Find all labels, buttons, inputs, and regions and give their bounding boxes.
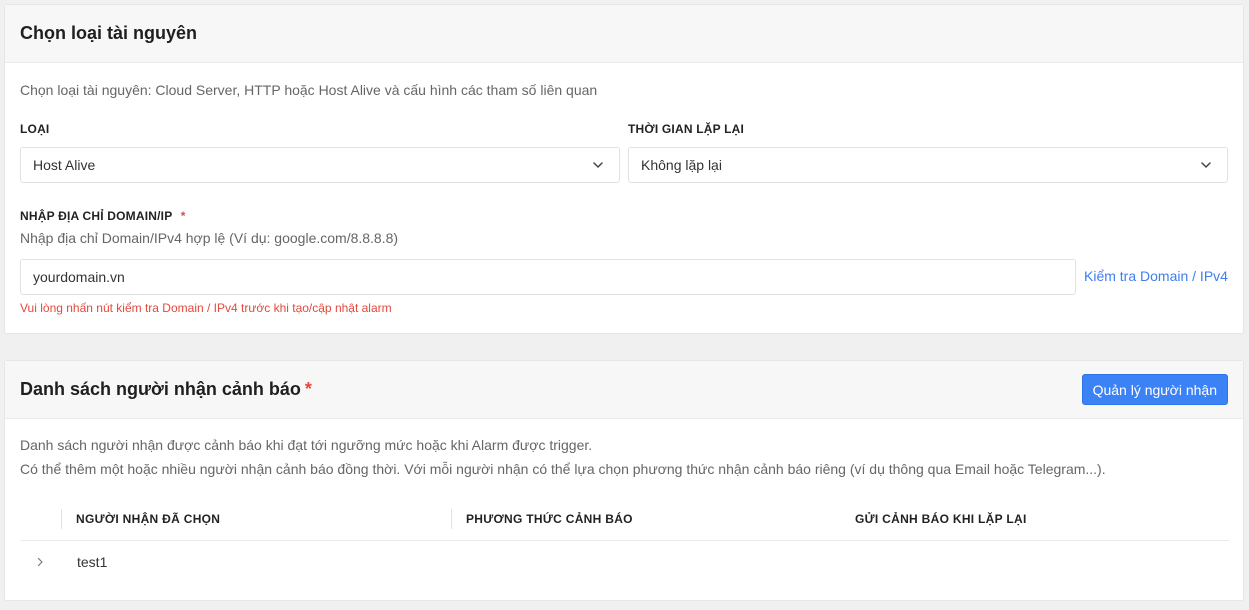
resource-type-card: Chọn loại tài nguyên Chọn loại tài nguyê… xyxy=(4,4,1244,334)
column-header-method: PHƯƠNG THỨC CẢNH BÁO xyxy=(466,512,633,526)
domain-label-text: NHẬP ĐỊA CHỈ DOMAIN/IP xyxy=(20,209,173,223)
recipient-name: test1 xyxy=(77,554,108,570)
repeat-select[interactable]: Không lặp lại xyxy=(628,147,1228,183)
chevron-down-icon xyxy=(593,162,603,168)
manage-recipients-button[interactable]: Quản lý người nhận xyxy=(1081,374,1228,405)
domain-hint: Nhập địa chỉ Domain/IPv4 hợp lệ (Ví dụ: … xyxy=(20,230,399,246)
domain-input[interactable] xyxy=(20,259,1076,295)
type-select-value: Host Alive xyxy=(33,157,96,173)
column-header-repeat: GỬI CẢNH BÁO KHI LẶP LẠI xyxy=(855,512,1027,526)
chevron-right-icon[interactable] xyxy=(34,556,46,568)
resource-type-description: Chọn loại tài nguyên: Cloud Server, HTTP… xyxy=(20,82,598,98)
resource-type-header: Chọn loại tài nguyên xyxy=(5,5,1243,63)
type-label: LOẠI xyxy=(20,122,50,136)
recipients-title-text: Danh sách người nhận cảnh báo xyxy=(20,379,301,399)
table-row: test1 xyxy=(20,541,1229,585)
repeat-select-value: Không lặp lại xyxy=(641,157,722,173)
domain-required-star: * xyxy=(180,209,186,223)
domain-error-message: Vui lòng nhấn nút kiểm tra Domain / IPv4… xyxy=(20,301,392,315)
column-divider xyxy=(61,509,62,529)
recipients-required-star: * xyxy=(304,379,312,399)
recipients-description-2: Có thể thêm một hoặc nhiều người nhận cả… xyxy=(20,461,1106,477)
column-header-recipient: NGƯỜI NHẬN ĐÃ CHỌN xyxy=(76,512,221,526)
recipients-header: Danh sách người nhận cảnh báo * Quản lý n… xyxy=(5,361,1243,419)
resource-type-title: Chọn loại tài nguyên xyxy=(20,23,198,43)
recipients-title: Danh sách người nhận cảnh báo * xyxy=(20,379,312,400)
column-divider xyxy=(451,509,452,529)
domain-label: NHẬP ĐỊA CHỈ DOMAIN/IP * xyxy=(20,209,186,223)
recipients-card: Danh sách người nhận cảnh báo * Quản lý n… xyxy=(4,360,1244,601)
check-domain-link[interactable]: Kiểm tra Domain / IPv4 xyxy=(1084,268,1228,284)
chevron-down-icon xyxy=(1201,162,1211,168)
recipients-description-1: Danh sách người nhận được cảnh báo khi đ… xyxy=(20,437,593,453)
type-select[interactable]: Host Alive xyxy=(20,147,620,183)
repeat-label: THỜI GIAN LẶP LẠI xyxy=(628,122,745,136)
